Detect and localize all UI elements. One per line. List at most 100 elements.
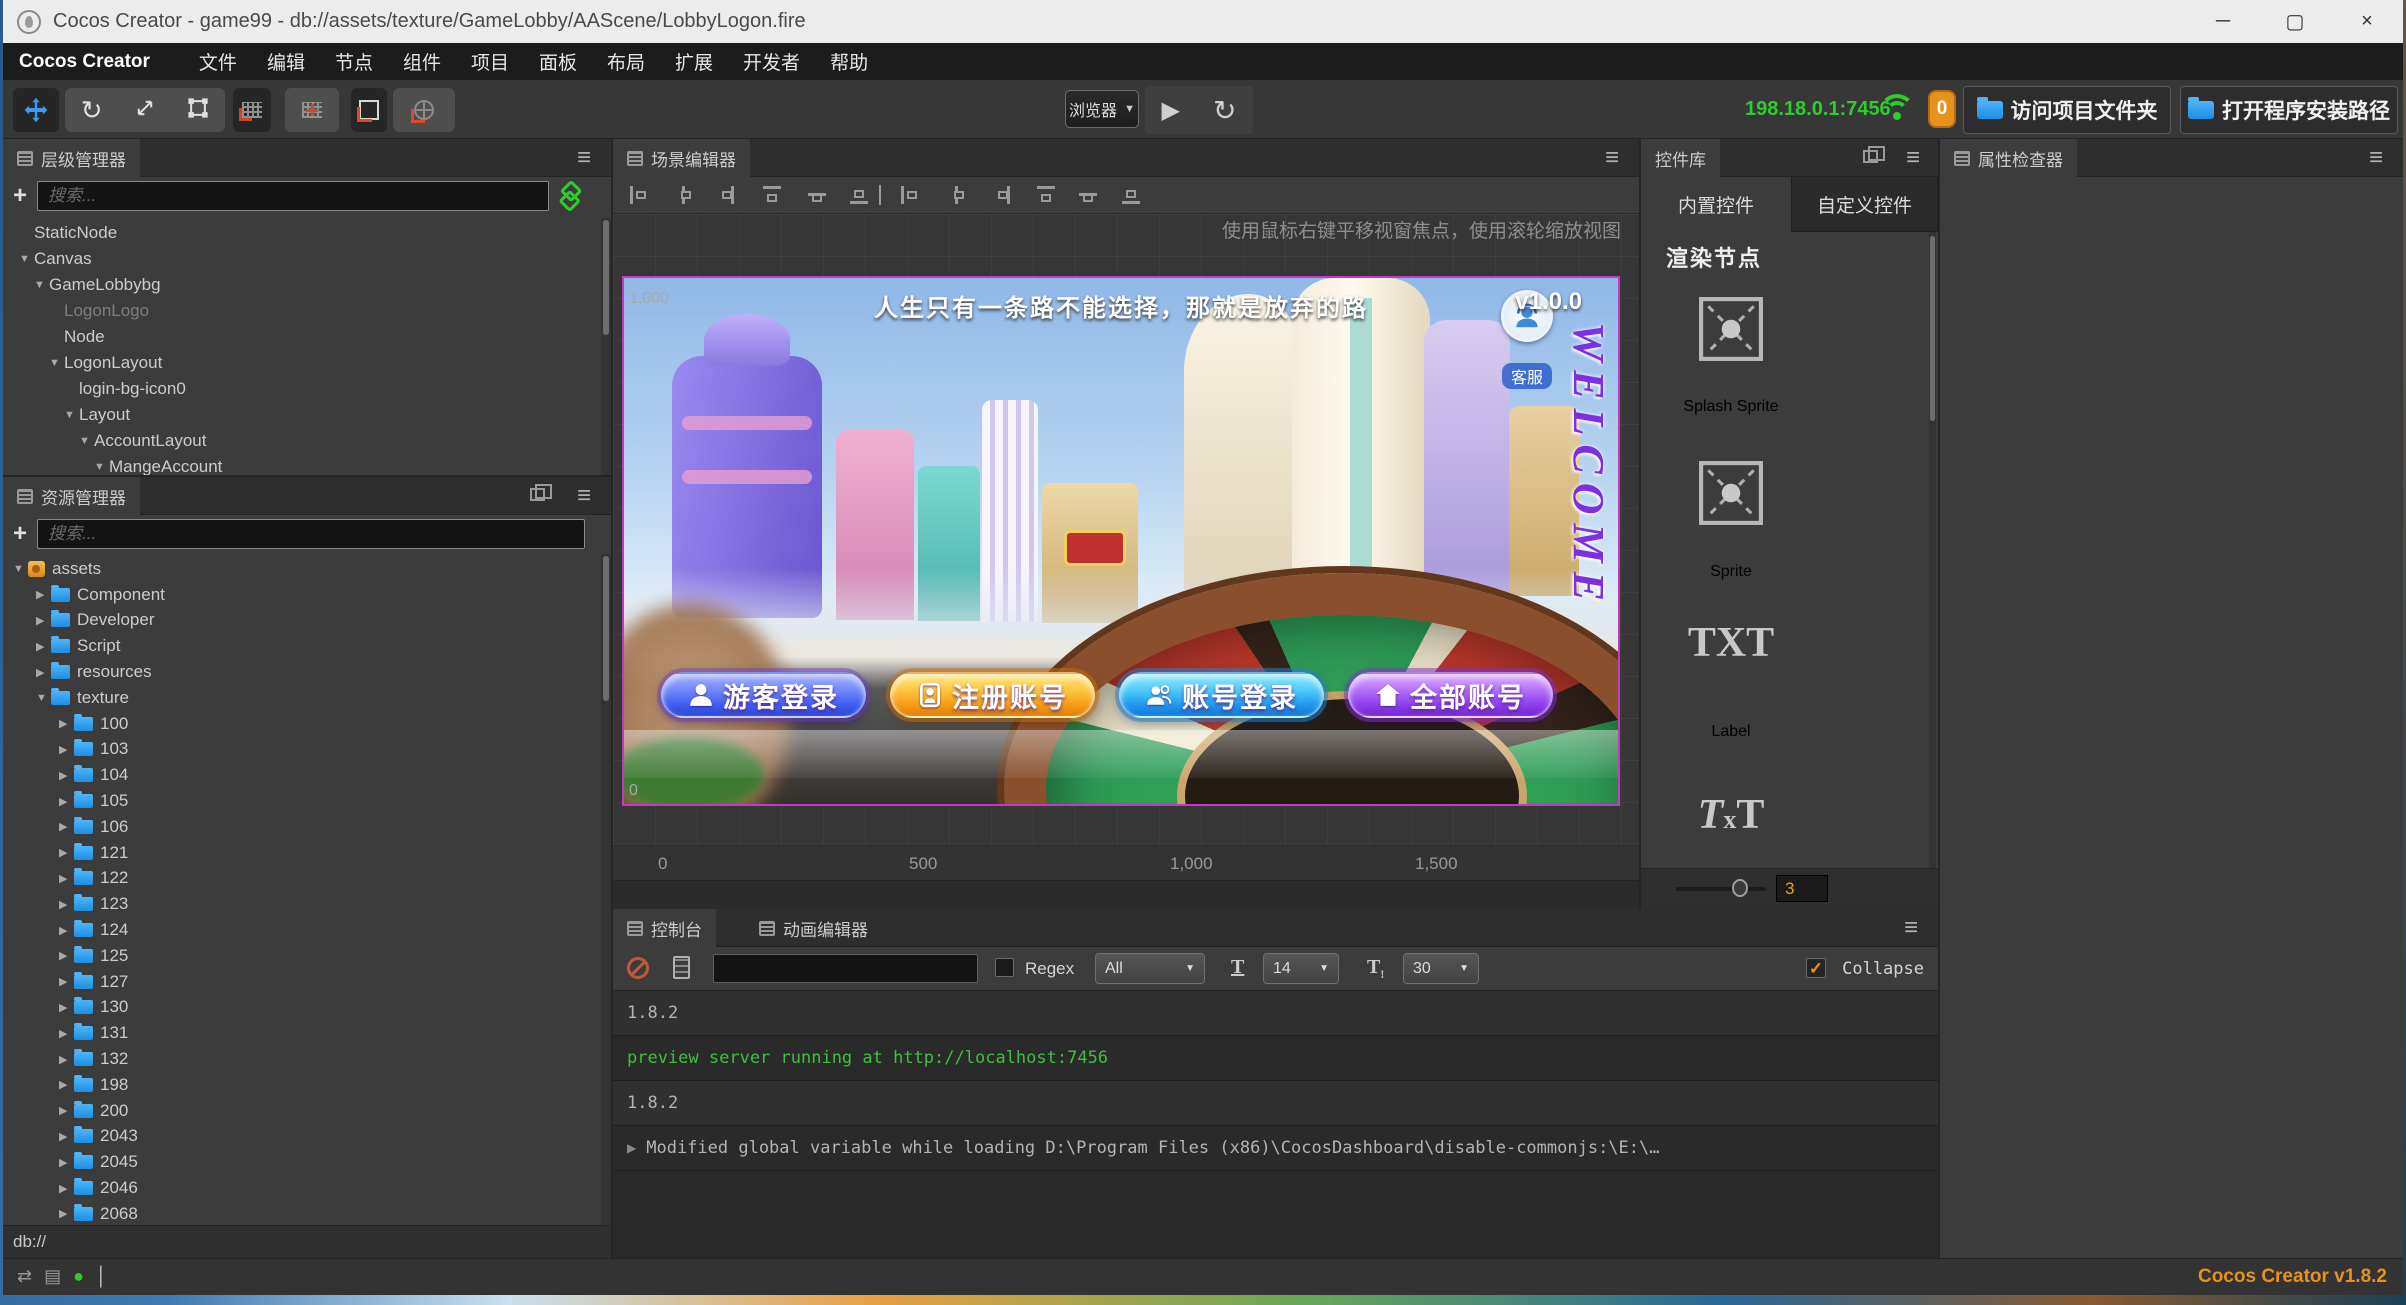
tree-arrow-icon[interactable]: ▶ <box>59 1027 74 1040</box>
folder-row[interactable]: ▶104 <box>3 762 599 788</box>
add-asset-button[interactable]: + <box>3 520 37 548</box>
menu-item-5[interactable]: 面板 <box>524 48 592 75</box>
folder-row[interactable]: ▶121 <box>3 840 599 866</box>
line-count-dropdown[interactable]: 30▼ <box>1403 953 1479 984</box>
folder-row[interactable]: ▶132 <box>3 1046 599 1072</box>
hierarchy-search-input[interactable] <box>37 181 549 211</box>
panel-menu-icon[interactable]: ≡ <box>571 484 597 508</box>
widget-item-splash-sprite[interactable] <box>1641 296 1821 367</box>
tree-node[interactable]: ▼GameLobbybg <box>3 272 599 298</box>
folder-row[interactable]: ▶2045 <box>3 1149 599 1175</box>
minimize-button[interactable]: ─ <box>2187 0 2259 43</box>
folder-row[interactable]: ▶106 <box>3 814 599 840</box>
refresh-button[interactable]: ↻ <box>1213 94 1236 127</box>
tree-arrow-icon[interactable]: ▶ <box>59 1130 74 1143</box>
tree-arrow-icon[interactable]: ▶ <box>59 743 74 756</box>
close-button[interactable]: × <box>2331 0 2403 43</box>
folder-row[interactable]: ▶130 <box>3 995 599 1021</box>
folder-row[interactable]: ▶131 <box>3 1020 599 1046</box>
align-icon-2[interactable] <box>716 186 734 204</box>
tab-console[interactable]: 控制台 <box>613 909 716 947</box>
pivot-mode-button[interactable] <box>233 88 271 132</box>
menu-item-7[interactable]: 扩展 <box>660 48 728 75</box>
scale-tool-button[interactable] <box>134 97 156 124</box>
log-row[interactable]: 1.8.2 <box>613 1081 1938 1126</box>
folder-row[interactable]: ▶124 <box>3 917 599 943</box>
move-tool-button[interactable] <box>13 88 59 132</box>
menu-item-1[interactable]: 编辑 <box>252 48 320 75</box>
game-button-badge[interactable]: 注册账号 <box>890 672 1095 718</box>
tree-arrow-icon[interactable]: ▶ <box>59 1104 74 1117</box>
popout-icon[interactable] <box>1863 150 1878 163</box>
tab-assets[interactable]: 资源管理器 <box>3 477 140 515</box>
widget-zoom-value[interactable]: 3 <box>1776 875 1828 902</box>
align-icon-10[interactable] <box>1079 186 1097 204</box>
assets-scrollbar[interactable] <box>601 554 611 1225</box>
panel-menu-icon[interactable]: ≡ <box>1599 146 1625 170</box>
open-project-folder-button[interactable]: 访问项目文件夹 <box>1963 86 2171 134</box>
tree-arrow-icon[interactable]: ▶ <box>36 640 51 653</box>
widget-zoom-slider[interactable] <box>1676 887 1766 891</box>
tree-arrow-icon[interactable]: ▼ <box>64 409 79 421</box>
align-icon-4[interactable] <box>808 186 826 204</box>
menu-item-8[interactable]: 开发者 <box>728 48 815 75</box>
tree-arrow-icon[interactable]: ▼ <box>94 461 109 473</box>
tree-node[interactable]: LogonLogo <box>3 298 599 324</box>
folder-row[interactable]: ▶Component <box>3 582 599 608</box>
tree-arrow-icon[interactable]: ▶ <box>59 1053 74 1066</box>
popout-icon[interactable] <box>530 488 545 501</box>
console-filter-input[interactable] <box>713 954 978 983</box>
menu-item-9[interactable]: 帮助 <box>815 48 883 75</box>
tab-inspector[interactable]: 属性检查器 <box>1940 139 2077 177</box>
notification-badge[interactable]: 0 <box>1928 90 1956 128</box>
folder-row[interactable]: ▶Developer <box>3 608 599 634</box>
folder-row[interactable]: ▼texture <box>3 685 599 711</box>
panel-menu-icon[interactable]: ≡ <box>2363 146 2389 170</box>
tree-node[interactable]: ▼Canvas <box>3 246 599 272</box>
game-canvas[interactable]: WELCOME 客服 游客登录注册账号账号登录全部账号 人生只有一条路不能选择，… <box>622 276 1620 806</box>
widget-item-label[interactable]: TXT <box>1641 619 1821 667</box>
tree-arrow-icon[interactable]: ▶ <box>59 820 74 833</box>
tree-node[interactable]: Node <box>3 324 599 350</box>
menu-item-6[interactable]: 布局 <box>592 48 660 75</box>
tree-arrow-icon[interactable]: ▶ <box>59 1001 74 1014</box>
preview-target-dropdown[interactable]: 浏览器 ▼ <box>1065 90 1139 128</box>
align-icon-0[interactable] <box>630 186 648 204</box>
tree-node[interactable]: ▼Layout <box>3 402 599 428</box>
align-icon-6[interactable] <box>901 186 919 204</box>
tree-arrow-icon[interactable]: ▼ <box>79 435 94 447</box>
scene-hscrollbar[interactable] <box>613 880 1639 909</box>
menu-item-0[interactable]: 文件 <box>184 48 252 75</box>
tree-arrow-icon[interactable]: ▶ <box>59 1207 74 1220</box>
log-row[interactable]: ▶Modified global variable while loading … <box>613 1126 1938 1171</box>
tree-arrow-icon[interactable]: ▼ <box>49 357 64 369</box>
folder-row[interactable]: ▶127 <box>3 969 599 995</box>
tree-arrow-icon[interactable]: ▶ <box>59 924 74 937</box>
tree-arrow-icon[interactable]: ▶ <box>59 975 74 988</box>
folder-row[interactable]: ▶2043 <box>3 1124 599 1150</box>
assets-search-input[interactable] <box>37 519 585 549</box>
tree-arrow-icon[interactable]: ▶ <box>36 666 51 679</box>
world-coord-button[interactable] <box>393 88 455 132</box>
tree-arrow-icon[interactable]: ▶ <box>59 872 74 885</box>
tree-arrow-icon[interactable]: ▶ <box>59 1078 74 1091</box>
anchor-mode-button[interactable] <box>285 88 339 132</box>
tree-arrow-icon[interactable]: ▼ <box>19 253 34 265</box>
align-icon-1[interactable] <box>675 186 693 204</box>
slider-knob[interactable] <box>1732 879 1748 897</box>
tree-arrow-icon[interactable]: ▼ <box>34 279 49 291</box>
folder-row[interactable]: ▶198 <box>3 1072 599 1098</box>
log-stack-icon[interactable]: ▤ <box>44 1266 61 1287</box>
tree-node[interactable]: ▼AccountLayout <box>3 428 599 454</box>
tree-arrow-icon[interactable]: ▶ <box>59 795 74 808</box>
log-expand-icon[interactable]: ▶ <box>627 1141 636 1155</box>
folder-row[interactable]: ▶200 <box>3 1098 599 1124</box>
panel-menu-icon[interactable]: ≡ <box>1898 916 1924 940</box>
regex-checkbox[interactable] <box>995 958 1014 977</box>
play-button[interactable]: ▶ <box>1162 96 1180 125</box>
log-filter-dropdown[interactable]: All▼ <box>1095 953 1205 984</box>
tree-arrow-icon[interactable]: ▼ <box>36 692 51 704</box>
folder-row[interactable]: ▶100 <box>3 711 599 737</box>
folder-row[interactable]: ▶2046 <box>3 1175 599 1201</box>
maximize-button[interactable]: ▢ <box>2259 0 2331 43</box>
